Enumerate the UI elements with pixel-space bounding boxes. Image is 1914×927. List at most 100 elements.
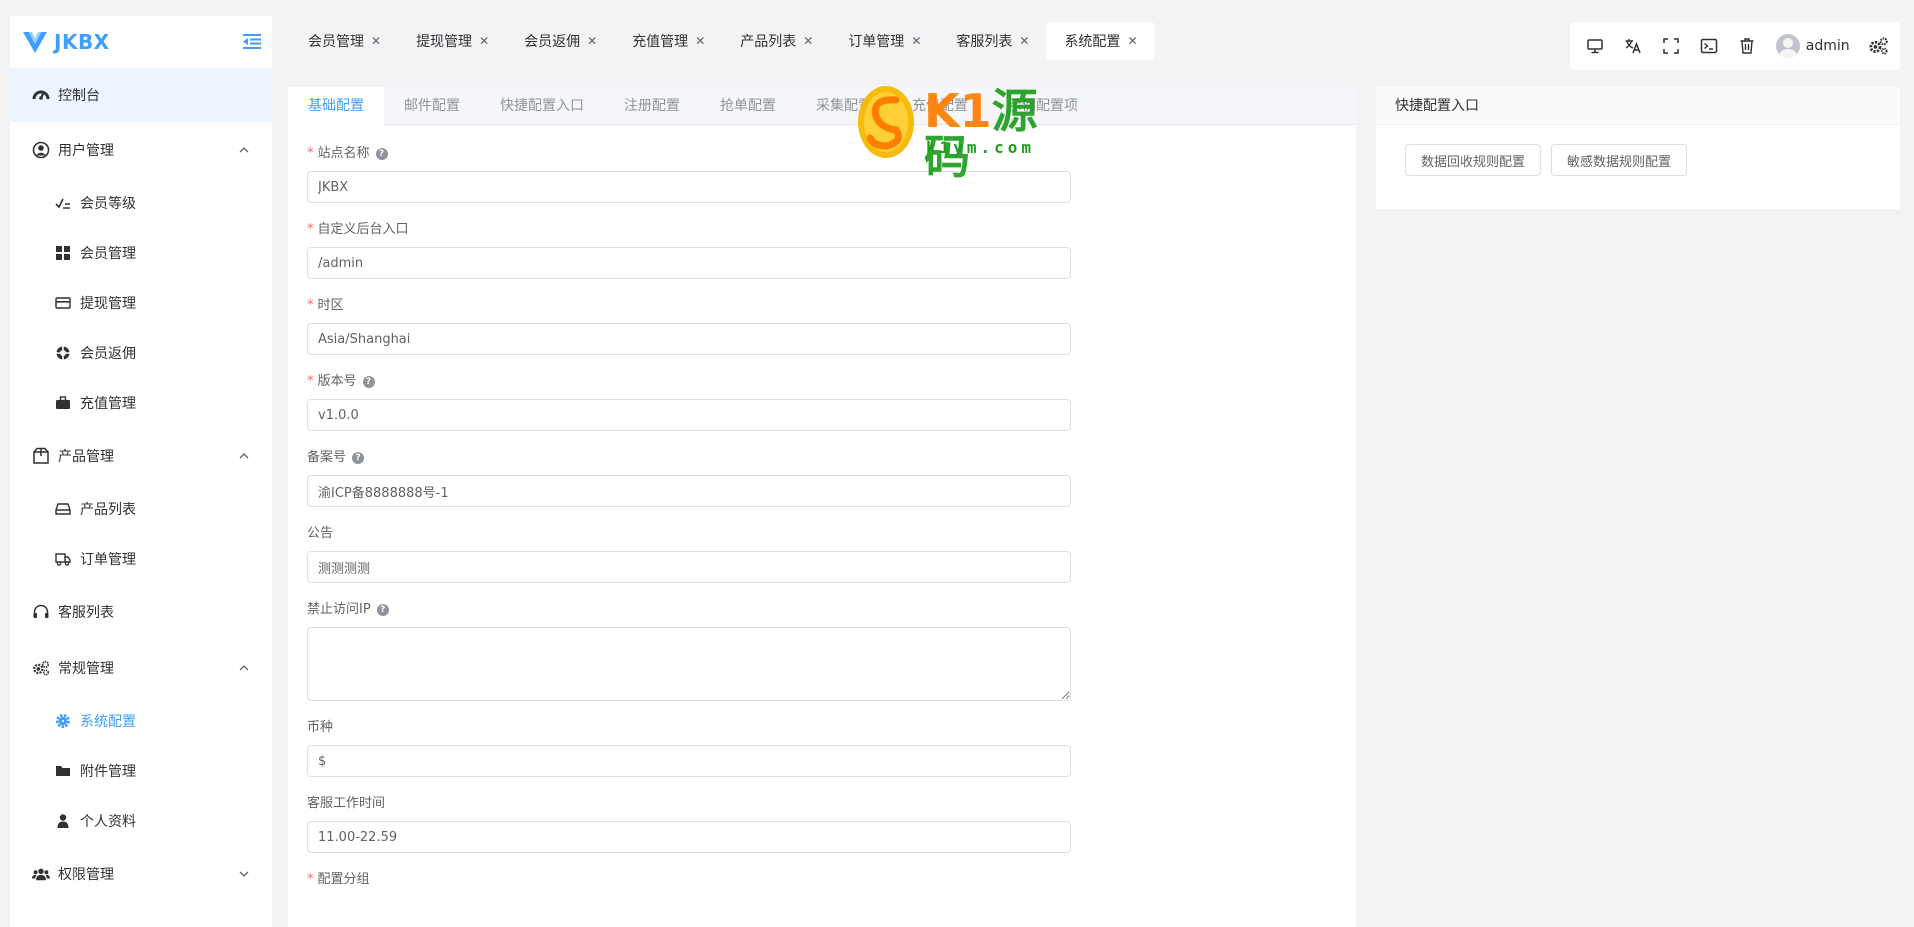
fullscreen-icon[interactable] [1658, 32, 1684, 60]
tab-system-config[interactable]: 系统配置 ✕ [1046, 22, 1155, 60]
sidebar-group-label: 产品管理 [58, 449, 114, 465]
version-input[interactable] [307, 399, 1071, 431]
tab-mail-config[interactable]: 邮件配置 [384, 87, 480, 125]
close-icon[interactable]: ✕ [695, 34, 705, 48]
close-icon[interactable]: ✕ [587, 34, 597, 48]
tab-withdraw[interactable]: 提现管理 ✕ [398, 22, 506, 60]
timezone-input[interactable] [307, 323, 1071, 355]
brand-name: JKBX [54, 30, 110, 54]
notice-input[interactable] [307, 551, 1071, 583]
site-name-input[interactable] [307, 171, 1071, 203]
config-tabs: 基础配置 邮件配置 快捷配置入口 注册配置 抢单配置 采集配置 充值配置 示例配… [288, 87, 1356, 125]
tab-member-manage[interactable]: 会员管理 ✕ [290, 22, 398, 60]
field-label: 时区 [317, 298, 344, 313]
tab-orders[interactable]: 订单管理 ✕ [830, 22, 938, 60]
sidebar-group-label: 权限管理 [58, 867, 114, 883]
headphones-icon [32, 603, 50, 621]
close-icon[interactable]: ✕ [371, 34, 381, 48]
field-ban-ip: 禁止访问IP? [307, 601, 1356, 705]
tab-register-config[interactable]: 注册配置 [604, 87, 700, 125]
users-icon [32, 865, 50, 883]
monitor-icon[interactable] [1582, 32, 1608, 60]
close-icon[interactable]: ✕ [1019, 34, 1029, 48]
user-menu[interactable]: admin [1775, 34, 1850, 58]
sidebar-item-customer-service[interactable]: 客服列表 [10, 584, 272, 640]
submenu-users: 会员等级 会员管理 提现管理 会员返佣 充值管理 [10, 178, 272, 428]
tab-customer-service[interactable]: 客服列表 ✕ [938, 22, 1046, 60]
sidebar-item-withdraw[interactable]: 提现管理 [10, 278, 272, 328]
sidebar-item-label: 会员返佣 [80, 346, 136, 362]
menu-collapse-icon[interactable] [242, 32, 262, 50]
question-circle-icon[interactable]: ? [352, 452, 365, 464]
sidebar-group-permissions[interactable]: 权限管理 [10, 846, 272, 902]
sensitive-data-rule-button[interactable]: 敏感数据规则配置 [1551, 144, 1688, 176]
level-icon [54, 194, 72, 212]
data-recycle-rule-button[interactable]: 数据回收规则配置 [1405, 144, 1542, 176]
tab-grab-order-config[interactable]: 抢单配置 [700, 87, 796, 125]
field-beian: 备案号? [307, 449, 1356, 507]
sidebar-item-label: 会员等级 [80, 196, 136, 212]
sidebar-item-system-config[interactable]: 系统配置 [10, 696, 272, 746]
currency-input[interactable] [307, 745, 1071, 777]
sidebar-item-product-list[interactable]: 产品列表 [10, 484, 272, 534]
question-circle-icon[interactable]: ? [362, 376, 375, 388]
field-config-group: * 配置分组 [307, 871, 1356, 889]
terminal-icon[interactable] [1696, 32, 1722, 60]
sidebar-item-member-level[interactable]: 会员等级 [10, 178, 272, 228]
chevron-up-icon [239, 453, 249, 459]
sidebar-item-member-manage[interactable]: 会员管理 [10, 228, 272, 278]
question-circle-icon[interactable]: ? [375, 148, 388, 160]
sidebar-item-label: 提现管理 [80, 296, 136, 312]
user-icon [54, 812, 72, 830]
sidebar-group-users[interactable]: 用户管理 [10, 122, 272, 178]
close-icon[interactable]: ✕ [479, 34, 489, 48]
tab-example-config[interactable]: 示例配置项 [988, 87, 1098, 125]
required-mark: * [307, 298, 314, 313]
field-label: 备案号 [307, 450, 347, 465]
field-label: 客服工作时间 [307, 796, 386, 811]
tab-recharge[interactable]: 充值管理 ✕ [614, 22, 722, 60]
sidebar: JKBX 控制台 用户管理 会员等级 会员管理 提现管理 会员返佣 充值管理 产… [10, 16, 272, 927]
sidebar-item-rebate[interactable]: 会员返佣 [10, 328, 272, 378]
beian-input[interactable] [307, 475, 1071, 507]
sidebar-item-attachments[interactable]: 附件管理 [10, 746, 272, 796]
sidebar-item-dashboard[interactable]: 控制台 [10, 68, 272, 122]
tab-basic-config[interactable]: 基础配置 [288, 87, 384, 125]
tab-quick-config[interactable]: 快捷配置入口 [480, 87, 604, 125]
sidebar-item-label: 控制台 [58, 88, 100, 104]
user-circle-icon [32, 141, 50, 159]
tab-rebate[interactable]: 会员返佣 ✕ [506, 22, 614, 60]
close-icon[interactable]: ✕ [1127, 34, 1137, 48]
tab-label: 充值管理 [632, 34, 689, 50]
avatar [1775, 34, 1800, 58]
service-time-input[interactable] [307, 821, 1071, 853]
close-icon[interactable]: ✕ [803, 34, 813, 48]
sidebar-group-products[interactable]: 产品管理 [10, 428, 272, 484]
tab-label: 订单管理 [848, 34, 905, 50]
chevron-down-icon [239, 871, 249, 877]
sidebar-group-general[interactable]: 常规管理 [10, 640, 272, 696]
tab-collect-config[interactable]: 采集配置 [796, 87, 892, 125]
sidebar-item-profile[interactable]: 个人资料 [10, 796, 272, 846]
package-icon [32, 447, 50, 465]
sidebar-item-label: 订单管理 [80, 552, 136, 568]
required-mark: * [307, 374, 314, 389]
sidebar-item-recharge[interactable]: 充值管理 [10, 378, 272, 428]
sidebar-item-label: 产品列表 [80, 502, 136, 518]
admin-entry-input[interactable] [307, 247, 1071, 279]
credit-card-icon [54, 294, 72, 312]
settings-gears-icon[interactable] [1868, 35, 1888, 57]
chevron-up-icon [239, 147, 249, 153]
tab-recharge-config[interactable]: 充值配置 [892, 87, 988, 125]
trash-icon[interactable] [1734, 32, 1760, 60]
tab-product-list[interactable]: 产品列表 ✕ [722, 22, 830, 60]
translate-icon[interactable] [1620, 32, 1646, 60]
brand: JKBX [10, 16, 272, 68]
ban-ip-textarea[interactable] [307, 627, 1071, 701]
question-circle-icon[interactable]: ? [376, 604, 389, 616]
field-label: 配置分组 [317, 872, 370, 887]
config-form: *站点名称? *自定义后台入口 *时区 *版本号? 备案号? 公告 禁止访问IP… [288, 145, 1356, 889]
sidebar-item-orders[interactable]: 订单管理 [10, 534, 272, 584]
close-icon[interactable]: ✕ [911, 34, 921, 48]
gear-icon [54, 712, 72, 730]
